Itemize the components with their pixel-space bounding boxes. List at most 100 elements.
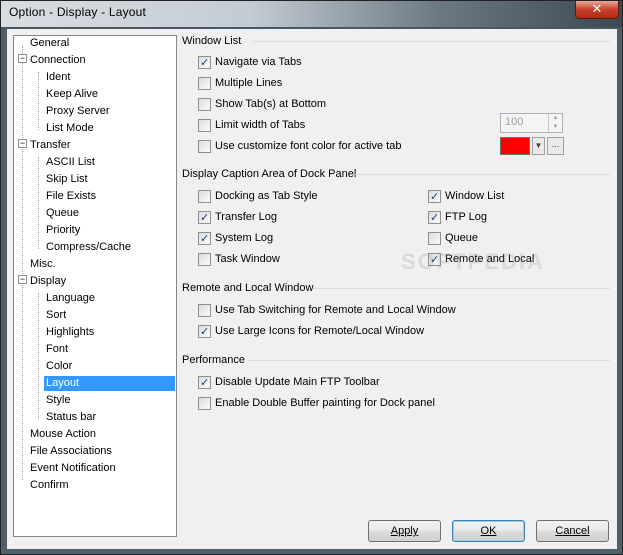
tree-item-ident[interactable]: Ident	[44, 70, 72, 85]
docking-tab-style-checkbox[interactable]: Docking as Tab Style	[198, 188, 318, 204]
checkbox-label: Use Large Icons for Remote/Local Window	[215, 325, 425, 337]
tree-item-priority[interactable]: Priority	[44, 223, 82, 238]
tab-width-spinner[interactable]: 100 ▲ ▼	[500, 113, 563, 133]
navigate-tabs-checkbox[interactable]: ✓ Navigate via Tabs	[198, 54, 302, 70]
tree-item-layout[interactable]: Layout	[44, 376, 175, 391]
disable-update-toolbar-checkbox[interactable]: ✓ Disable Update Main FTP Toolbar	[198, 374, 380, 390]
tree-item-queue[interactable]: Queue	[44, 206, 81, 221]
caption-area-divider	[355, 174, 610, 175]
tree-item-keep-alive[interactable]: Keep Alive	[44, 87, 100, 102]
performance-divider	[248, 360, 610, 361]
window-list-checkbox[interactable]: ✓ Window List	[428, 188, 504, 204]
transfer-log-checkbox[interactable]: ✓ Transfer Log	[198, 209, 277, 225]
title-bar[interactable]: Option - Display - Layout ✕	[1, 1, 622, 27]
system-log-checkbox[interactable]: ✓ System Log	[198, 230, 273, 246]
checkbox-box[interactable]: ✓	[428, 190, 441, 203]
apply-button[interactable]: Apply	[368, 520, 441, 542]
checkbox-box[interactable]: ✓	[198, 232, 211, 245]
cancel-button-label: Cancel	[555, 525, 590, 537]
checkbox-label: Window List	[445, 190, 505, 202]
spin-up-icon[interactable]: ▲	[549, 114, 562, 123]
tree-item-language[interactable]: Language	[44, 291, 97, 306]
remote-local-divider	[314, 288, 610, 289]
tree-item-display[interactable]: Display	[28, 274, 68, 289]
checkbox-label: System Log	[215, 232, 274, 244]
ok-button[interactable]: OK	[452, 520, 525, 542]
show-tabs-bottom-checkbox[interactable]: Show Tab(s) at Bottom	[198, 96, 326, 112]
checkbox-box[interactable]	[198, 397, 211, 410]
tree-item-misc[interactable]: Misc.	[28, 257, 58, 272]
tree-item-skip-list[interactable]: Skip List	[44, 172, 90, 187]
large-icons-checkbox[interactable]: ✓ Use Large Icons for Remote/Local Window	[198, 323, 424, 339]
ftp-log-checkbox[interactable]: ✓ FTP Log	[428, 209, 487, 225]
checkbox-label: Enable Double Buffer painting for Dock p…	[215, 397, 435, 409]
tree-transfer-line	[38, 157, 39, 249]
checkbox-box[interactable]	[198, 98, 211, 111]
spinner-buttons[interactable]: ▲ ▼	[548, 114, 562, 132]
collapse-connection-icon[interactable]: −	[18, 54, 27, 63]
tab-switching-checkbox[interactable]: Use Tab Switching for Remote and Local W…	[198, 302, 456, 318]
tree-item-ascii-list[interactable]: ASCII List	[44, 155, 97, 170]
custom-font-color-checkbox[interactable]: Use customize font color for active tab	[198, 138, 401, 154]
check-icon: ✓	[200, 57, 210, 69]
checkbox-box[interactable]	[198, 119, 211, 132]
options-tree[interactable]: − − − General Connection Ident Keep Aliv…	[13, 35, 177, 537]
tree-item-sort[interactable]: Sort	[44, 308, 68, 323]
tree-item-file-associations[interactable]: File Associations	[28, 444, 114, 459]
checkbox-label: Task Window	[215, 253, 280, 265]
check-icon: ✓	[430, 191, 440, 203]
checkbox-box[interactable]	[428, 232, 441, 245]
checkbox-label: Navigate via Tabs	[215, 56, 302, 68]
checkbox-box[interactable]: ✓	[428, 211, 441, 224]
spin-down-icon[interactable]: ▼	[549, 123, 562, 132]
checkbox-box[interactable]	[198, 253, 211, 266]
tree-item-confirm[interactable]: Confirm	[28, 478, 71, 493]
window-list-divider	[252, 41, 610, 42]
tree-item-style[interactable]: Style	[44, 393, 72, 408]
tree-item-event-notification[interactable]: Event Notification	[28, 461, 118, 476]
tab-width-value: 100	[505, 116, 524, 128]
tree-item-font[interactable]: Font	[44, 342, 70, 357]
active-tab-color-swatch[interactable]	[500, 137, 530, 155]
checkbox-label: Queue	[445, 232, 479, 244]
tree-item-general[interactable]: General	[28, 36, 71, 51]
checkbox-label: Show Tab(s) at Bottom	[215, 98, 327, 110]
tree-item-mouse-action[interactable]: Mouse Action	[28, 427, 98, 442]
tree-item-status-bar[interactable]: Status bar	[44, 410, 98, 425]
tree-display-line	[38, 293, 39, 419]
checkbox-box[interactable]: ✓	[198, 56, 211, 69]
collapse-transfer-icon[interactable]: −	[18, 139, 27, 148]
checkbox-box[interactable]	[198, 190, 211, 203]
tree-item-list-mode[interactable]: List Mode	[44, 121, 96, 136]
tree-item-compress-cache[interactable]: Compress/Cache	[44, 240, 133, 255]
checkbox-box[interactable]	[198, 304, 211, 317]
checkbox-label: Use Tab Switching for Remote and Local W…	[215, 304, 456, 316]
apply-button-label: Apply	[390, 525, 419, 537]
collapse-display-icon[interactable]: −	[18, 275, 27, 284]
color-dropdown-icon[interactable]: ▼	[532, 137, 545, 155]
double-buffer-checkbox[interactable]: Enable Double Buffer painting for Dock p…	[198, 395, 435, 411]
limit-width-checkbox[interactable]: Limit width of Tabs	[198, 117, 305, 133]
close-button[interactable]: ✕	[575, 1, 619, 19]
checkbox-box[interactable]: ✓	[198, 376, 211, 389]
remote-local-group-title: Remote and Local Window	[182, 282, 314, 294]
multiple-lines-checkbox[interactable]: Multiple Lines	[198, 75, 282, 91]
tree-item-proxy-server[interactable]: Proxy Server	[44, 104, 112, 119]
checkbox-box[interactable]: ✓	[198, 211, 211, 224]
checkbox-box[interactable]	[198, 140, 211, 153]
checkbox-box[interactable]	[198, 77, 211, 90]
queue-checkbox[interactable]: Queue	[428, 230, 478, 246]
check-icon: ✓	[200, 326, 210, 338]
check-icon: ✓	[200, 212, 210, 224]
tree-item-highlights[interactable]: Highlights	[44, 325, 96, 340]
checkbox-box[interactable]: ✓	[198, 325, 211, 338]
tree-item-connection[interactable]: Connection	[28, 53, 88, 68]
cancel-button[interactable]: Cancel	[536, 520, 609, 542]
check-icon: ✓	[200, 233, 210, 245]
tree-item-color[interactable]: Color	[44, 359, 74, 374]
tree-item-file-exists[interactable]: File Exists	[44, 189, 98, 204]
tree-item-transfer[interactable]: Transfer	[28, 138, 73, 153]
color-more-button[interactable]: ...	[547, 137, 564, 155]
checkbox-label: Limit width of Tabs	[215, 119, 306, 131]
task-window-checkbox[interactable]: Task Window	[198, 251, 280, 267]
